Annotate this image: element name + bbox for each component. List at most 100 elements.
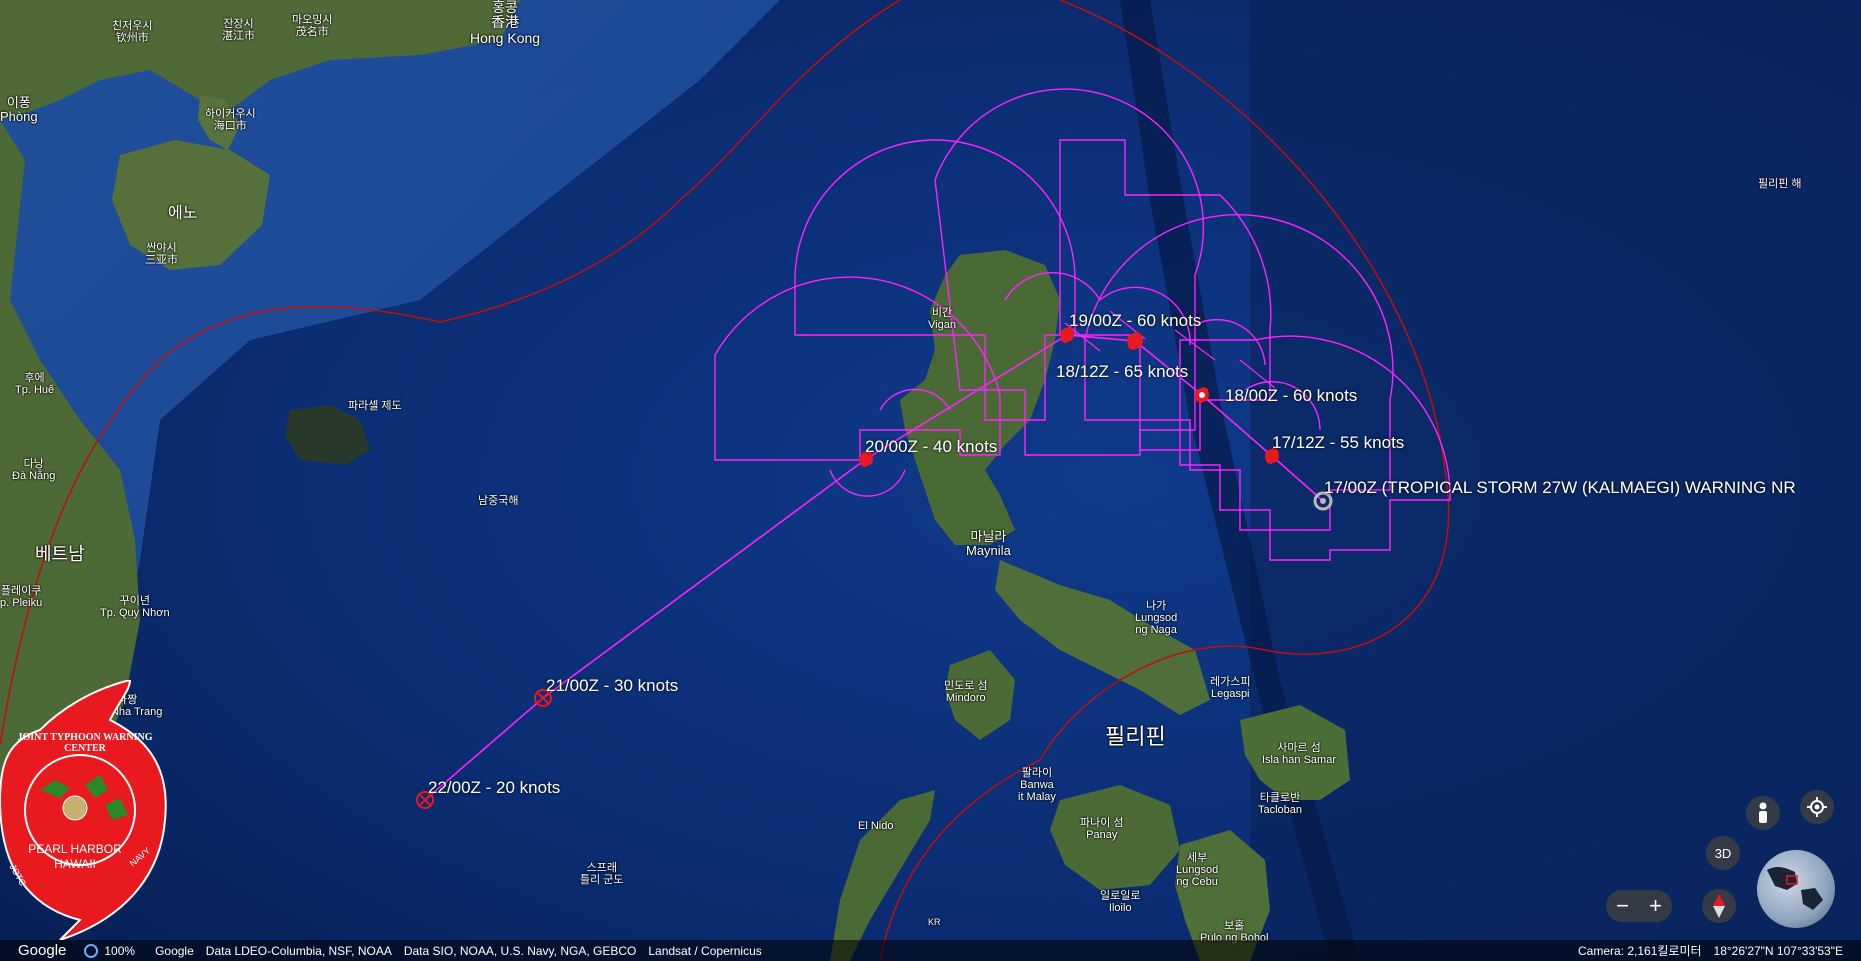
tropical-storm-icon <box>1195 387 1209 403</box>
place-label-haiphong: 이퐁 Phòng <box>0 95 38 125</box>
place-name-local: 싼야시 三亚市 <box>145 242 178 267</box>
typhoon-icon <box>1127 332 1143 350</box>
place-label-tacloban: 타클로반 Tacloban <box>1258 792 1302 816</box>
place-name-local: 세부 <box>1186 852 1208 864</box>
place-name-local: 남중국해 <box>478 495 519 507</box>
track-label-17-00z: 17/00Z (TROPICAL STORM 27W (KALMAEGI) WA… <box>1324 478 1796 497</box>
place-name-local: 친저우시 钦州市 <box>112 20 153 45</box>
place-label-haikou: 하이커우시 海口市 <box>205 108 256 132</box>
jtwc-logo: JOINT TYPHOON WARNING CENTER PEARL HARBO… <box>0 678 170 941</box>
place-label-spratly: 스프래 틀리 군도 <box>580 862 624 886</box>
place-name-local: 사마르 섬 <box>1277 742 1321 754</box>
place-name-latin: Lungsod ng Naga <box>1135 612 1178 637</box>
place-name-latin: Tp. Quy Nhơn <box>100 607 170 620</box>
place-label-kr: KR <box>928 917 941 928</box>
place-label-hongkong: 홍콩 香港 Hong Kong <box>470 0 540 46</box>
track-label-22-00z: 22/00Z - 20 knots <box>428 778 561 797</box>
place-label-zhanjiang: 잔장시 湛江市 <box>222 18 255 42</box>
storm-marker-18-00z[interactable] <box>1192 385 1212 405</box>
place-name-local: 비간 <box>931 307 953 319</box>
track-label-19-00z: 19/00Z - 60 knots <box>1069 311 1202 330</box>
place-name-latin: p. Pleiku <box>0 597 43 610</box>
track-label-18-00z: 18/00Z - 60 knots <box>1225 386 1358 405</box>
zoom-out-button[interactable]: − <box>1608 893 1638 919</box>
place-name-local: 마닐라 <box>970 529 1007 544</box>
place-name-latin: Hong Kong <box>470 29 541 46</box>
place-name-local: 레가스피 <box>1210 676 1251 688</box>
place-name-latin: Panay <box>1086 829 1118 842</box>
place-label-hainan: 에노 <box>168 205 197 223</box>
zoom-level: 100% <box>104 943 136 958</box>
storm-marker-18-12z[interactable] <box>1125 331 1145 351</box>
place-name-latin: Đà Nẵng <box>12 470 56 483</box>
place-label-paracel: 파라셀 제도 <box>348 400 402 412</box>
place-label-pleiku: 플레이쿠 p. Pleiku <box>0 585 42 609</box>
attribution-bar: Google 100% Google Data LDEO-Columbia, N… <box>0 940 1861 961</box>
place-name-local: 파라셀 제도 <box>348 400 402 412</box>
place-name-latin: Phòng <box>0 109 38 125</box>
place-name-local: 베트남 <box>35 544 85 564</box>
place-label-quinhon: 꾸이년 Tp. Quy Nhơn <box>100 595 170 619</box>
place-name-local: 마오밍시 茂名市 <box>292 14 333 39</box>
credit-landsat: Landsat / Copernicus <box>648 943 762 958</box>
my-location-button[interactable] <box>1800 790 1834 824</box>
place-label-vietnam: 베트남 <box>35 544 85 565</box>
track-label-20-00z: 20/00Z - 40 knots <box>865 437 998 456</box>
jtwc-seal-icon <box>0 678 167 941</box>
camera-altitude: Camera: 2,161킬로미터 <box>1577 944 1702 958</box>
place-name-local: 파나이 섬 <box>1080 817 1124 829</box>
credit-data-2: Data SIO, NOAA, U.S. Navy, NGA, GEBCO <box>403 943 637 958</box>
place-label-naga: 나가 Lungsod ng Naga <box>1135 600 1177 636</box>
my-location-icon <box>1807 797 1827 817</box>
place-label-maoming: 마오밍시 茂名市 <box>292 14 332 38</box>
credit-data-1: Data LDEO-Columbia, NSF, NOAA <box>205 943 392 958</box>
track-label-17-12z: 17/12Z - 55 knots <box>1272 433 1405 452</box>
place-name-local: 팔라이 <box>1021 767 1053 779</box>
place-label-philippines: 필리핀 <box>1105 724 1166 749</box>
place-label-sanya: 싼야시 三亚市 <box>145 242 178 266</box>
logo-location-1: PEARL HARBOR <box>28 842 122 856</box>
compass-button[interactable] <box>1702 889 1736 923</box>
zoom-in-button[interactable]: + <box>1641 893 1671 919</box>
zoom-indicator-icon <box>84 943 99 958</box>
track-label-21-00z: 21/00Z - 30 knots <box>546 676 679 695</box>
place-name-latin: El Nido <box>858 820 894 832</box>
place-name-latin: Legaspi <box>1210 688 1250 701</box>
place-label-samar: 사마르 섬 Isla han Samar <box>1262 742 1336 766</box>
place-label-panay: 파나이 섬 Panay <box>1080 817 1124 841</box>
place-label-iloilo: 일로일로 Iloilo <box>1100 890 1140 914</box>
place-name-latin: Lungsod ng Cebu <box>1176 864 1219 889</box>
place-label-banwa: 팔라이 Banwa it Malay <box>1018 767 1056 803</box>
globe-minimap[interactable] <box>1757 850 1835 928</box>
place-name-latin: Isla han Samar <box>1262 754 1336 767</box>
place-name-local: 나가 <box>1145 600 1167 612</box>
place-label-qinzhou: 친저우시 钦州市 <box>112 20 152 44</box>
place-label-danang: 다낭 Đà Nẵng <box>12 458 55 482</box>
place-name-local: 일로일로 <box>1100 890 1141 902</box>
place-name-local: 에노 <box>168 205 198 222</box>
place-label-manila: 마닐라 Maynila <box>966 529 1011 559</box>
place-name-local: 민도로 섬 <box>944 680 988 692</box>
place-name-local: 이퐁 <box>6 95 31 110</box>
cursor-coordinates: 18°26'27"N 107°33'53"E <box>1713 943 1843 958</box>
place-name-local: 타클로반 <box>1259 792 1301 804</box>
place-name-latin: KR <box>928 917 941 927</box>
place-label-legazpi: 레가스피 Legaspi <box>1210 676 1250 700</box>
place-label-elnido: El Nido <box>858 820 893 832</box>
view-3d-button[interactable]: 3D <box>1706 836 1740 870</box>
place-name-latin: Banwa it Malay <box>1018 779 1056 804</box>
place-name-latin: Tp. Huế <box>15 384 55 397</box>
place-name-local: 잔장시 湛江市 <box>222 18 255 43</box>
place-label-mindoro: 민도로 섬 Mindoro <box>944 680 988 704</box>
place-name-local: 하이커우시 海口市 <box>205 108 256 133</box>
place-name-latin: Maynila <box>966 543 1011 559</box>
google-logo: Google <box>18 942 67 959</box>
credit-google: Google <box>155 943 194 958</box>
zoom-control: − + <box>1606 890 1672 922</box>
place-name-local: 필리핀 <box>1105 724 1166 749</box>
logo-ring-text: JOINT TYPHOON WARNING CENTER <box>17 732 153 754</box>
place-name-latin: Mindoro <box>945 692 986 705</box>
street-view-pegman[interactable] <box>1746 796 1780 830</box>
place-name-local: 홍콩 香港 <box>491 0 520 31</box>
globe-icon <box>1767 866 1823 910</box>
